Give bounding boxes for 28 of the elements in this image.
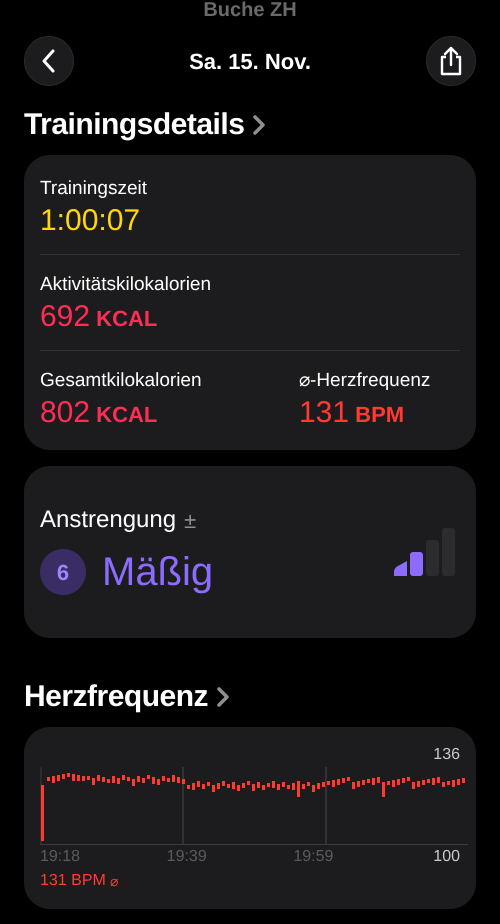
time-label: 19:39 <box>166 847 208 867</box>
section-heading: Trainingsdetails <box>24 107 244 143</box>
time-label: 19:18 <box>40 847 82 867</box>
metric-value: 131 BPM <box>299 396 406 430</box>
chevron-icon[interactable] <box>216 686 230 708</box>
time-label: 19:59 <box>293 847 334 867</box>
average-symbol: ⌀ <box>110 872 118 890</box>
metric-label: ⌀-Herzfrequenz <box>299 369 432 393</box>
metric-value: 802 KCAL <box>40 396 158 430</box>
section-heading: Herzfrequenz <box>24 679 208 715</box>
effort-rating: Mäßig <box>102 549 214 596</box>
metric-label: Gesamtkilokalorien <box>40 369 203 393</box>
metric-label: Aktivitätskilokalorien <box>40 273 212 297</box>
location-label: Buche ZH <box>203 0 297 20</box>
axis-label: 100 <box>433 847 460 867</box>
metric-value: 692 KCAL <box>40 300 158 334</box>
metric-value: 1:00:07 <box>40 204 142 238</box>
chevron-icon[interactable] <box>252 114 266 136</box>
effort-label: Anstrengung <box>40 505 176 535</box>
share-icon <box>438 46 464 76</box>
date-title: Sa. 15. Nov. <box>189 48 311 76</box>
back-button[interactable] <box>24 36 74 86</box>
info-symbol: ± <box>184 506 196 534</box>
share-button[interactable] <box>426 36 476 86</box>
average-label: 131 BPM <box>40 871 106 891</box>
axis-label: 136 <box>433 745 460 765</box>
score-badge: 6 <box>40 549 86 595</box>
metric-label: Trainingszeit <box>40 177 148 201</box>
